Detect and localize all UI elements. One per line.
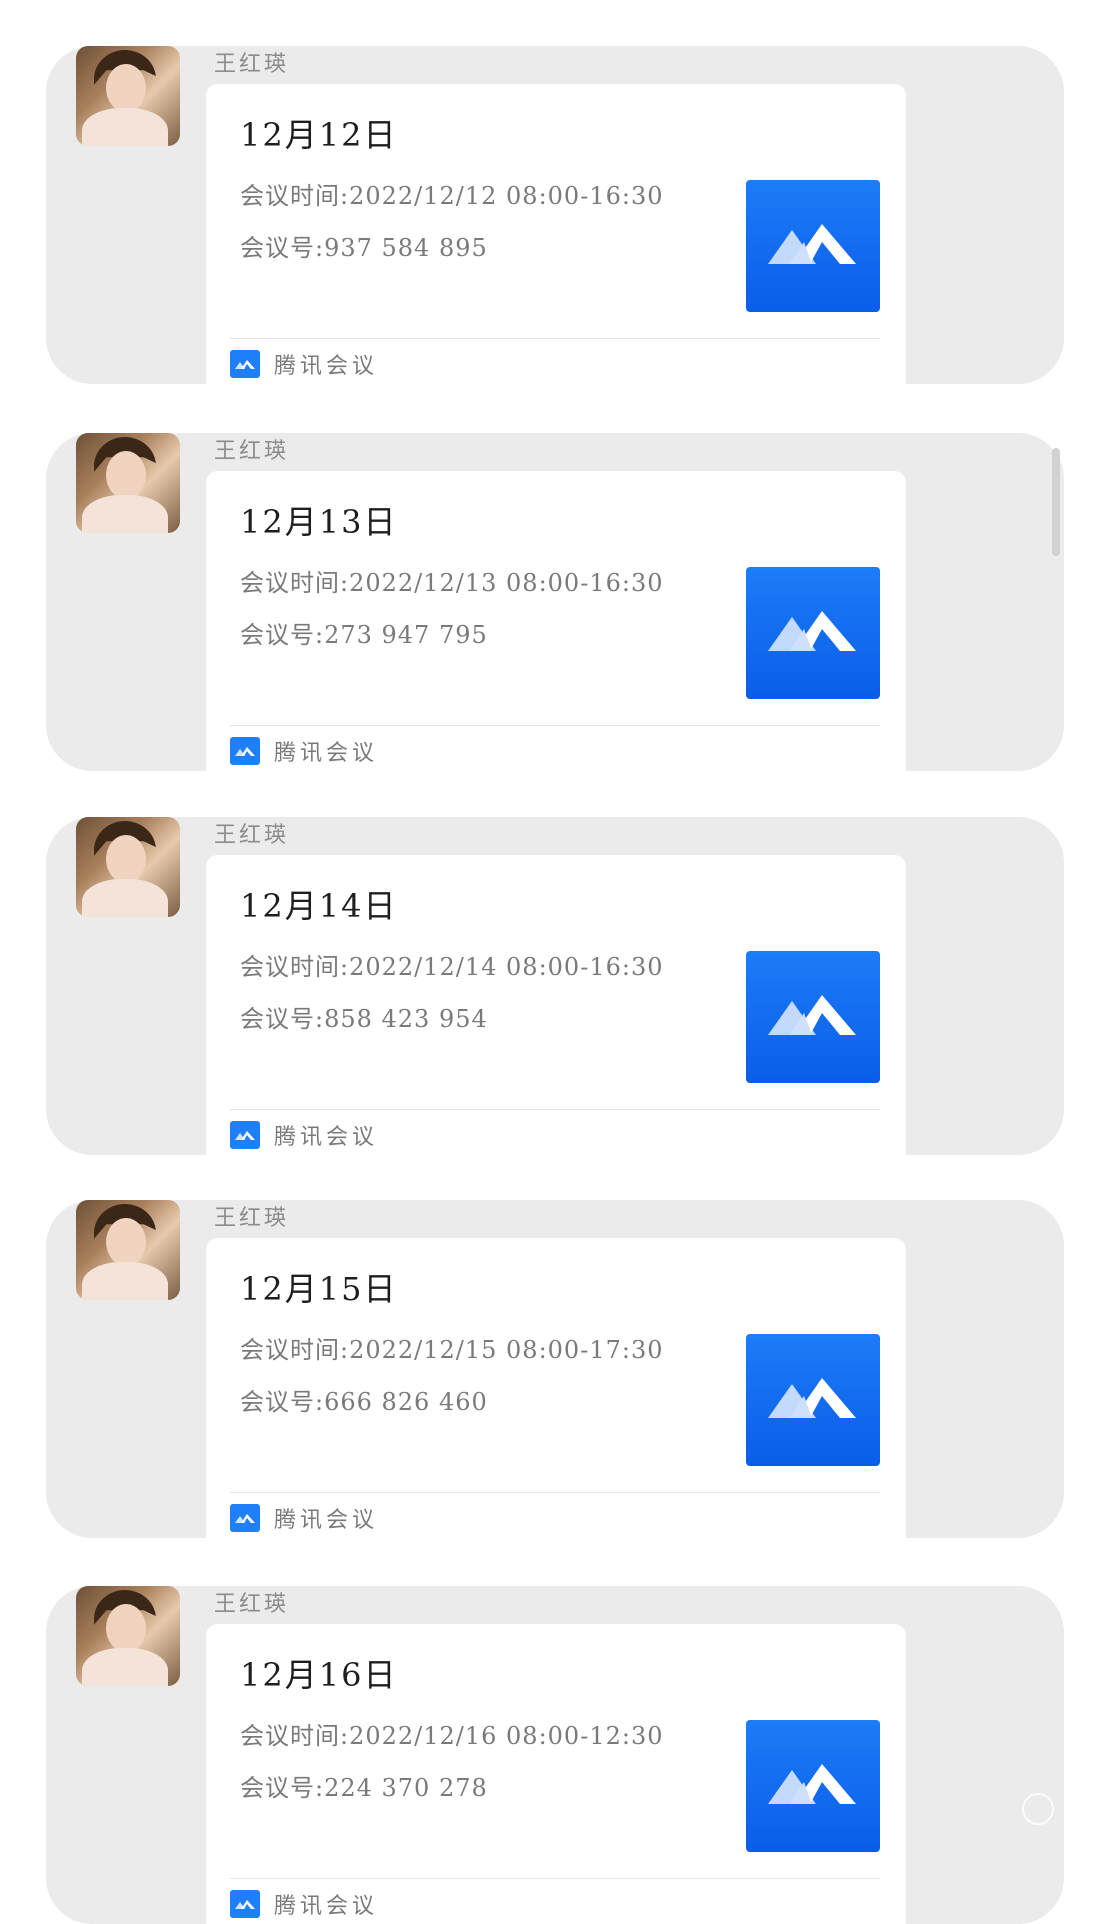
meeting-id: 会议号:273 947 795 bbox=[240, 621, 488, 649]
tencent-meeting-small-icon bbox=[230, 737, 260, 765]
avatar[interactable] bbox=[76, 433, 180, 533]
chat-feed: 王红瑛 12月12日 会议时间:2022/12/12 08:00-16:30 会… bbox=[0, 0, 1111, 1924]
message-group: 王红瑛 12月13日 会议时间:2022/12/13 08:00-16:30 会… bbox=[46, 433, 1064, 771]
meeting-id: 会议号:666 826 460 bbox=[240, 1388, 488, 1416]
tencent-meeting-logo-icon bbox=[746, 567, 880, 699]
avatar[interactable] bbox=[76, 46, 180, 146]
meeting-date: 12月13日 bbox=[240, 503, 398, 541]
card-divider bbox=[230, 338, 880, 339]
meeting-card[interactable]: 12月12日 会议时间:2022/12/12 08:00-16:30 会议号:9… bbox=[206, 84, 906, 384]
meeting-date: 12月12日 bbox=[240, 116, 398, 154]
meeting-time: 会议时间:2022/12/15 08:00-17:30 bbox=[240, 1336, 664, 1364]
tencent-meeting-logo-icon bbox=[746, 951, 880, 1083]
app-source-label: 腾讯会议 bbox=[274, 1894, 379, 1919]
app-source-label: 腾讯会议 bbox=[274, 741, 379, 766]
tencent-meeting-logo-icon bbox=[746, 1334, 880, 1466]
sender-name: 王红瑛 bbox=[214, 1592, 290, 1617]
card-divider bbox=[230, 1109, 880, 1110]
meeting-date: 12月14日 bbox=[240, 887, 398, 925]
sender-name: 王红瑛 bbox=[214, 1206, 290, 1231]
avatar[interactable] bbox=[76, 1200, 180, 1300]
card-footer: 腾讯会议 bbox=[230, 1117, 378, 1153]
avatar[interactable] bbox=[76, 1586, 180, 1686]
meeting-time: 会议时间:2022/12/16 08:00-12:30 bbox=[240, 1722, 664, 1750]
card-divider bbox=[230, 1878, 880, 1879]
meeting-id: 会议号:937 584 895 bbox=[240, 234, 488, 262]
message-group: 王红瑛 12月14日 会议时间:2022/12/14 08:00-16:30 会… bbox=[46, 817, 1064, 1155]
meeting-id: 会议号:858 423 954 bbox=[240, 1005, 488, 1033]
meeting-date: 12月15日 bbox=[240, 1270, 398, 1308]
meitu-watermark-icon bbox=[900, 1790, 1060, 1920]
sender-name: 王红瑛 bbox=[214, 823, 290, 848]
tencent-meeting-small-icon bbox=[230, 1890, 260, 1918]
sender-name: 王红瑛 bbox=[214, 439, 290, 464]
tencent-meeting-small-icon bbox=[230, 1121, 260, 1149]
tencent-meeting-logo-icon bbox=[746, 1720, 880, 1852]
app-source-label: 腾讯会议 bbox=[274, 1508, 379, 1533]
card-footer: 腾讯会议 bbox=[230, 346, 378, 382]
card-footer: 腾讯会议 bbox=[230, 733, 378, 769]
meeting-card[interactable]: 12月14日 会议时间:2022/12/14 08:00-16:30 会议号:8… bbox=[206, 855, 906, 1155]
avatar[interactable] bbox=[76, 817, 180, 917]
app-source-label: 腾讯会议 bbox=[274, 1125, 379, 1150]
tencent-meeting-logo-icon bbox=[746, 180, 880, 312]
meeting-time: 会议时间:2022/12/14 08:00-16:30 bbox=[240, 953, 664, 981]
scrollbar-thumb[interactable] bbox=[1052, 448, 1060, 556]
card-divider bbox=[230, 1492, 880, 1493]
card-footer: 腾讯会议 bbox=[230, 1886, 378, 1922]
meeting-card[interactable]: 12月16日 会议时间:2022/12/16 08:00-12:30 会议号:2… bbox=[206, 1624, 906, 1924]
app-source-label: 腾讯会议 bbox=[274, 354, 379, 379]
message-group: 王红瑛 12月12日 会议时间:2022/12/12 08:00-16:30 会… bbox=[46, 46, 1064, 384]
meeting-card[interactable]: 12月15日 会议时间:2022/12/15 08:00-17:30 会议号:6… bbox=[206, 1238, 906, 1538]
card-divider bbox=[230, 725, 880, 726]
meeting-time: 会议时间:2022/12/13 08:00-16:30 bbox=[240, 569, 664, 597]
card-footer: 腾讯会议 bbox=[230, 1500, 378, 1536]
message-group: 王红瑛 12月15日 会议时间:2022/12/15 08:00-17:30 会… bbox=[46, 1200, 1064, 1538]
sender-name: 王红瑛 bbox=[214, 52, 290, 77]
meeting-time: 会议时间:2022/12/12 08:00-16:30 bbox=[240, 182, 664, 210]
meeting-date: 12月16日 bbox=[240, 1656, 398, 1694]
meeting-id: 会议号:224 370 278 bbox=[240, 1774, 488, 1802]
tencent-meeting-small-icon bbox=[230, 350, 260, 378]
meeting-card[interactable]: 12月13日 会议时间:2022/12/13 08:00-16:30 会议号:2… bbox=[206, 471, 906, 771]
tencent-meeting-small-icon bbox=[230, 1504, 260, 1532]
